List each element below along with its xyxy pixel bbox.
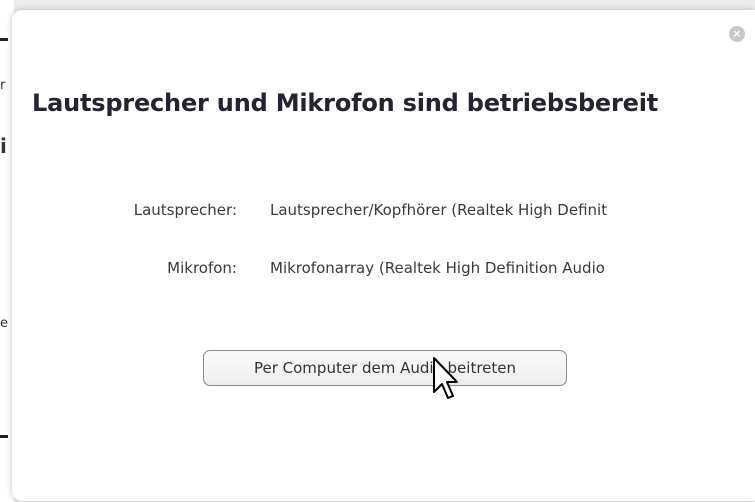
dialog-title: Lautsprecher und Mikrofon sind betriebsb… (32, 89, 659, 117)
join-computer-audio-button[interactable]: Per Computer dem Audio beitreten (203, 350, 567, 386)
microphone-value: Mikrofonarray (Realtek High Definition A… (270, 259, 605, 277)
microphone-label: Mikrofon: (167, 259, 237, 277)
mouse-pointer-icon (433, 357, 458, 399)
close-icon[interactable]: × (729, 26, 745, 42)
background-text-fragment: r (0, 78, 6, 93)
audio-dialog: × Lautsprecher und Mikrofon sind betrieb… (12, 10, 755, 501)
background-mark (0, 38, 8, 41)
speaker-label: Lautsprecher: (133, 201, 237, 219)
speaker-value: Lautsprecher/Kopfhörer (Realtek High Def… (270, 201, 608, 219)
background-text-fragment: i (0, 134, 7, 158)
background-text-fragment: e (0, 316, 8, 331)
background-mark (0, 435, 8, 438)
